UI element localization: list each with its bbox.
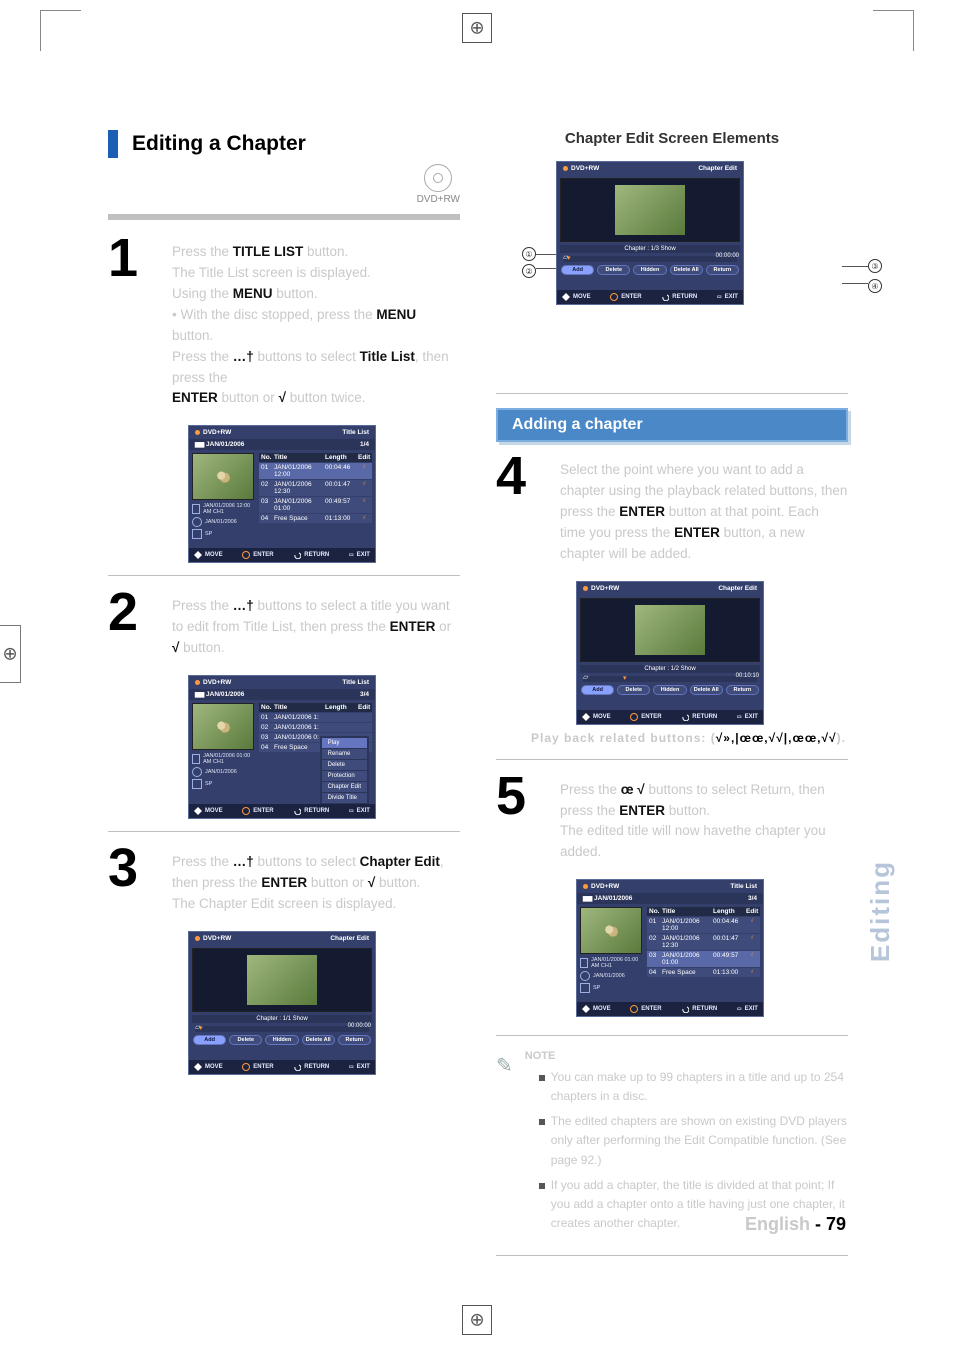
disc-badge: DVD+RW xyxy=(417,164,460,206)
callout-1: ① xyxy=(522,247,536,261)
pill-row: Add Delete Hidden Delete All Return xyxy=(193,1035,371,1045)
context-menu: Play Rename Delete Protection Chapter Ed… xyxy=(320,736,369,806)
step-1: 1 Press the TITLE LIST button. The Title… xyxy=(108,234,460,409)
screenshot-title-list-1: DVD+RW Title List ▆▆ JAN/01/2006 1/4 JAN… xyxy=(188,425,376,563)
divider xyxy=(108,575,460,576)
divider xyxy=(108,831,460,832)
move-hint: MOVE xyxy=(194,551,223,559)
chapter-edit-elements-diagram: ① ② ③ ④ DVD+RW Chapter Edit Ch xyxy=(556,161,848,305)
panel-disc-label: DVD+RW xyxy=(195,429,231,436)
callout-2: ② xyxy=(522,264,536,278)
step-5: 5 Press the œ √ buttons to select Return… xyxy=(496,772,848,864)
cropmark-bottom: ⊕ xyxy=(462,1305,492,1335)
divider xyxy=(496,1255,848,1256)
note-block: ✎ NOTE You can make up to 99 chapters in… xyxy=(496,1048,848,1239)
note-label: NOTE xyxy=(525,1048,848,1066)
callout-4: ④ xyxy=(868,279,882,293)
return-hint: RETURN xyxy=(293,551,329,559)
left-column: Editing a Chapter DVD+RW 1 Press the TIT… xyxy=(108,130,460,1268)
screenshot-title-list-popup: DVD+RW Title List ▆▆ JAN/01/2006 3/4 JAN… xyxy=(188,675,376,819)
screenshot-chapter-edit-elements: DVD+RW Chapter Edit Chapter : 1/3 Show ▱… xyxy=(556,161,744,305)
step-4-text: Select the point where you want to add a… xyxy=(560,452,848,565)
chapter-info: Chapter : 1/1 Show xyxy=(192,1015,372,1023)
ce-elements-title: Chapter Edit Screen Elements xyxy=(496,130,848,147)
step-2: 2 Press the …† buttons to select a title… xyxy=(108,588,460,659)
step-3-number: 3 xyxy=(108,844,154,915)
corner-top-left xyxy=(40,10,81,51)
divider: DVD+RW xyxy=(108,214,460,220)
disc-badge-label: DVD+RW xyxy=(417,194,460,205)
step-3-text: Press the …† buttons to select Chapter E… xyxy=(172,844,460,915)
panel-footer: MOVE ENTER RETURN ▭EXIT xyxy=(189,548,375,562)
enter-hint: ENTER xyxy=(242,551,273,559)
panel-title: Title List xyxy=(342,429,369,436)
panel-meta: JAN/01/2006 12:00 AM CH1 JAN/01/2006 SP xyxy=(192,500,256,540)
step-5-text: Press the œ √ buttons to select Return, … xyxy=(560,772,848,864)
disc-icon xyxy=(424,164,452,192)
page-content: Editing a Chapter DVD+RW 1 Press the TIT… xyxy=(108,130,848,1268)
screenshot-title-list-final: DVD+RW Title List ▆▆ JAN/01/2006 3/4 JAN… xyxy=(576,879,764,1017)
heading-bar xyxy=(108,130,118,158)
side-tab: Editing xyxy=(865,860,896,962)
divider xyxy=(496,759,848,760)
step-5-number: 5 xyxy=(496,772,542,864)
screenshot-chapter-edit-2: DVD+RW Chapter Edit Chapter : 1/2 Show ▱… xyxy=(576,581,764,725)
callout-3: ③ xyxy=(868,259,882,273)
section-title: Editing a Chapter xyxy=(132,132,306,156)
note-list: You can make up to 99 chapters in a titl… xyxy=(525,1068,848,1234)
panel-date: ▆▆ JAN/01/2006 xyxy=(195,441,244,448)
step-2-number: 2 xyxy=(108,588,154,659)
playback-symbols: Play back related buttons: (√»,|œœ,√√|,œ… xyxy=(496,727,848,747)
step-1-text: Press the TITLE LIST button. The Title L… xyxy=(172,234,460,409)
note-item: You can make up to 99 chapters in a titl… xyxy=(539,1068,848,1106)
step-2-text: Press the …† buttons to select a title y… xyxy=(172,588,460,659)
step-4: 4 Select the point where you want to add… xyxy=(496,452,848,565)
step-1-number: 1 xyxy=(108,234,154,409)
subsection-banner: Adding a chapter xyxy=(496,408,848,442)
right-column: Chapter Edit Screen Elements ① ② ③ ④ DVD xyxy=(496,130,848,1268)
note-icon: ✎ xyxy=(496,1048,513,1239)
divider xyxy=(496,393,848,394)
screenshot-chapter-edit: DVD+RW Chapter Edit Chapter : 1/1 Show ▱… xyxy=(188,931,376,1075)
panel-thumbnail xyxy=(192,453,254,500)
step-3: 3 Press the …† buttons to select Chapter… xyxy=(108,844,460,915)
divider xyxy=(496,1035,848,1036)
panel-thumbnail xyxy=(192,703,254,750)
playhead-icon: ▾ xyxy=(199,1024,203,1032)
cropmark-left: ⊕ xyxy=(0,625,21,683)
timecode: 00:00:00 xyxy=(348,1023,371,1029)
panel-table: No. Title Length Edit 01JAN/01/2006 12:0… xyxy=(259,453,372,540)
page-footer: English - 79 xyxy=(745,1214,846,1235)
section-heading: Editing a Chapter xyxy=(108,130,460,158)
note-item: The edited chapters are shown on existin… xyxy=(539,1112,848,1170)
cropmark-top: ⊕ xyxy=(462,13,492,43)
corner-top-right xyxy=(873,10,914,51)
exit-hint: ▭EXIT xyxy=(349,552,370,558)
panel-counter: 1/4 xyxy=(360,441,369,448)
step-4-number: 4 xyxy=(496,452,542,565)
